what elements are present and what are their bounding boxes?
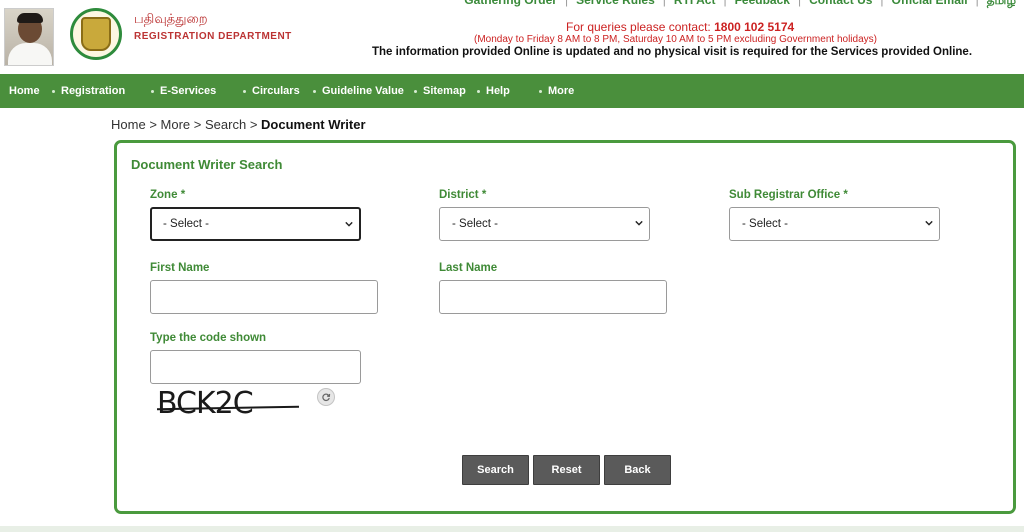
sub-registrar-office-label: Sub Registrar Office * — [729, 189, 848, 201]
top-link[interactable]: RTI Act — [674, 0, 716, 9]
search-button[interactable]: Search — [462, 455, 529, 485]
nav-item-circulars[interactable]: Circulars — [243, 74, 300, 108]
top-link[interactable]: Official Email — [892, 0, 968, 9]
district-label: District * — [439, 189, 487, 201]
last-name-input[interactable] — [439, 280, 667, 314]
nav-item-e-services[interactable]: E-Services — [151, 74, 216, 108]
nav-item-more[interactable]: More — [539, 74, 574, 108]
top-links: Gathering Order | Service Rules | RTI Act |… — [464, 0, 1016, 9]
service-hours: (Monday to Friday 8 AM to 8 PM, Saturday… — [474, 34, 877, 45]
refresh-icon[interactable] — [317, 388, 335, 406]
breadcrumb: Home > More > Search > Document Writer — [111, 117, 366, 132]
nav-item-help[interactable]: Help — [477, 74, 510, 108]
helpline-number: 1800 102 5174 — [714, 20, 795, 34]
zone-label: Zone * — [150, 189, 186, 201]
top-link[interactable]: Service Rules — [576, 0, 655, 9]
captcha-input[interactable] — [150, 350, 361, 384]
nav-item-sitemap[interactable]: Sitemap — [414, 74, 466, 108]
nav-item-registration[interactable]: Registration — [52, 74, 125, 108]
footer-strip — [0, 526, 1024, 532]
tamil-nadu-emblem-icon — [70, 8, 122, 60]
last-name-label: Last Name — [439, 262, 498, 274]
captcha-image: BCK2C — [156, 384, 300, 424]
breadcrumb-home[interactable]: Home — [111, 117, 146, 132]
breadcrumb-more[interactable]: More — [161, 117, 191, 132]
sub-registrar-office-select[interactable]: - Select - — [729, 207, 940, 241]
site-header: பதிவுத்துறை REGISTRATION DEPARTMENT Gath… — [0, 0, 1024, 74]
top-link[interactable]: Contact Us — [809, 0, 872, 9]
first-name-input[interactable] — [150, 280, 378, 314]
breadcrumb-search[interactable]: Search — [205, 117, 246, 132]
main-nav: Home Registration E-Services Circulars G… — [0, 74, 1024, 108]
captcha-label: Type the code shown — [150, 332, 267, 344]
zone-select[interactable]: - Select - — [150, 207, 361, 241]
district-select[interactable]: - Select - — [439, 207, 650, 241]
nav-item-home[interactable]: Home — [9, 74, 40, 108]
chevron-down-icon — [925, 220, 933, 226]
panel-title: Document Writer Search — [131, 157, 283, 172]
first-name-label: First Name — [150, 262, 210, 274]
online-info-notice: The information provided Online is updat… — [372, 46, 973, 58]
back-button[interactable]: Back — [604, 455, 671, 485]
top-link[interactable]: Gathering Order — [464, 0, 557, 9]
language-link[interactable]: தமிழ் — [987, 0, 1016, 9]
document-writer-search-panel: Document Writer Search Zone * - Select -… — [114, 140, 1016, 514]
chevron-down-icon — [635, 220, 643, 226]
department-name: REGISTRATION DEPARTMENT — [134, 31, 292, 42]
reset-button[interactable]: Reset — [533, 455, 600, 485]
department-name-tamil: பதிவுத்துறை — [134, 11, 208, 26]
top-link[interactable]: Feedback — [735, 0, 790, 9]
breadcrumb-current: Document Writer — [261, 117, 366, 132]
contact-info: For queries please contact: 1800 102 517… — [566, 20, 795, 34]
chevron-down-icon — [345, 221, 353, 227]
nav-item-guideline-value[interactable]: Guideline Value — [313, 74, 404, 108]
official-photo — [4, 8, 54, 66]
